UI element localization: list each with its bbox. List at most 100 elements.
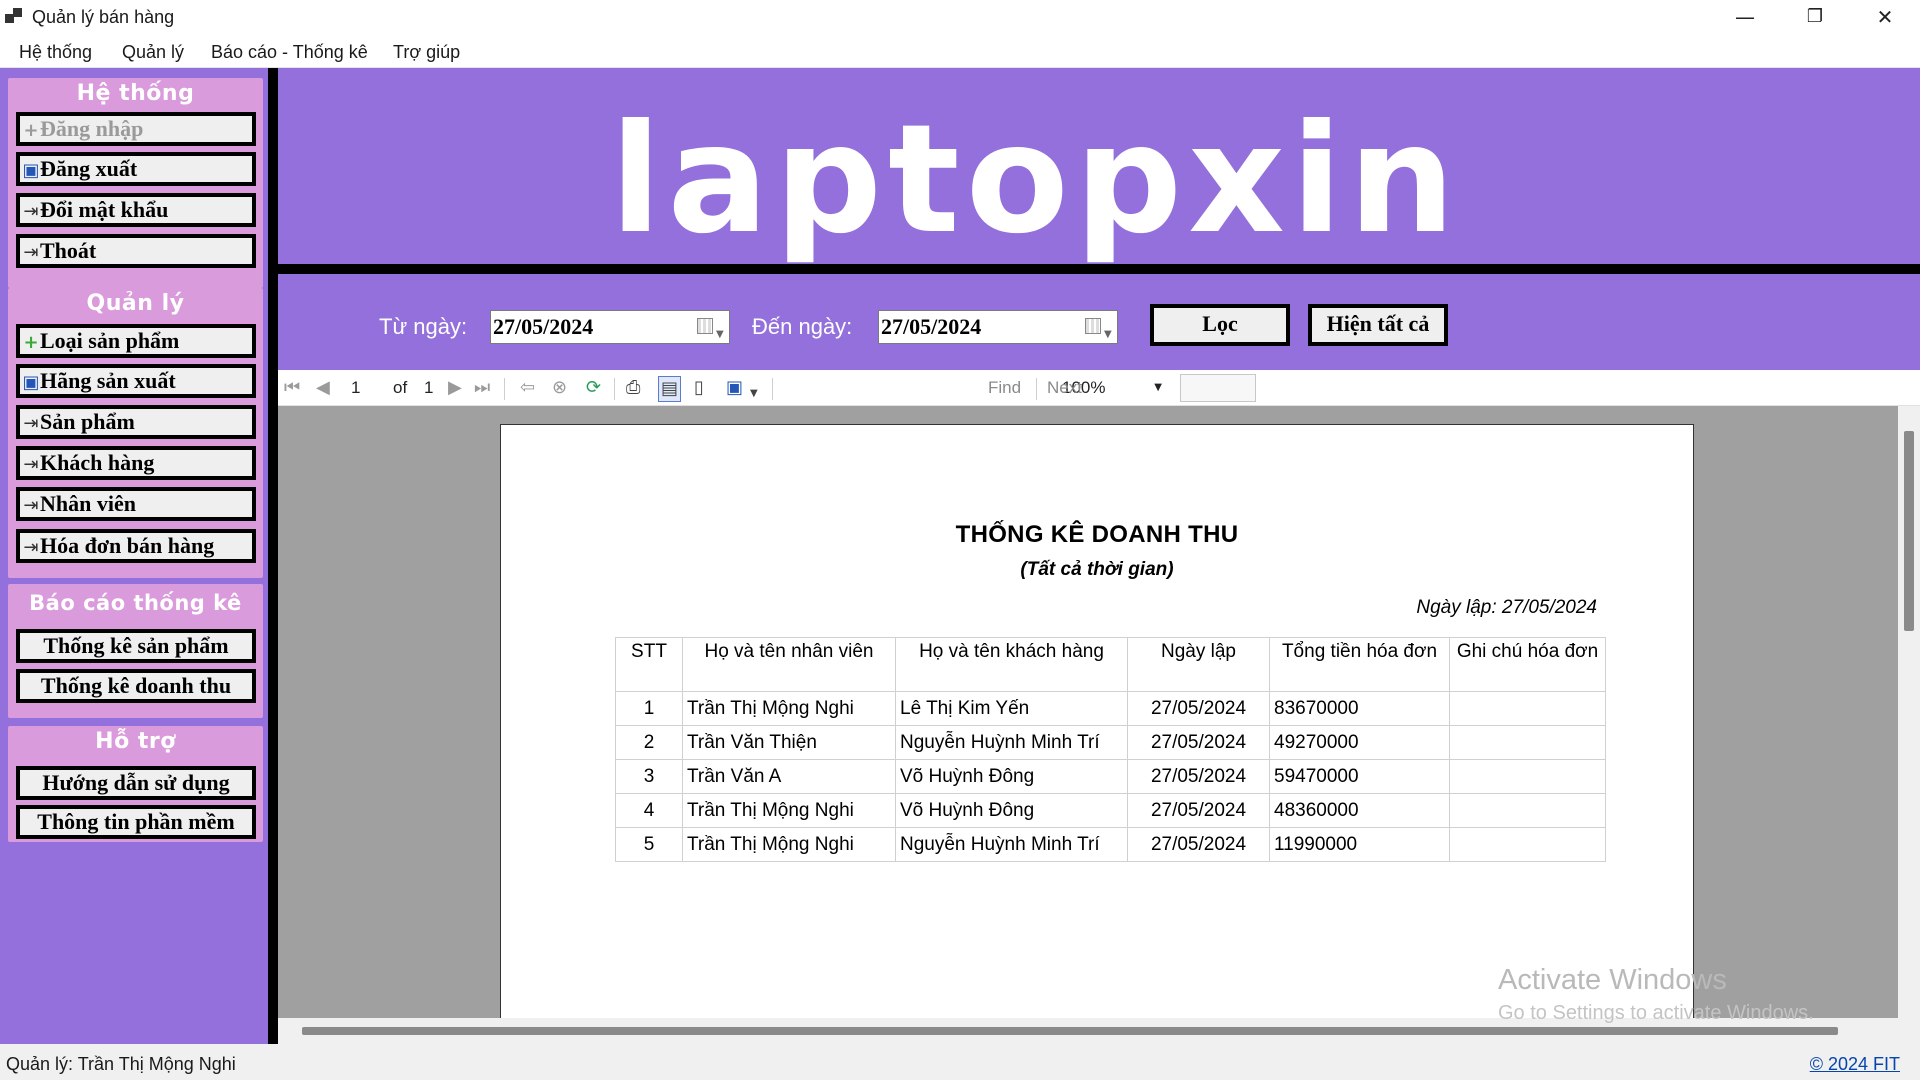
close-button[interactable]: ✕ bbox=[1850, 0, 1920, 34]
cell-customer: Nguyễn Huỳnh Minh Trí bbox=[895, 725, 1128, 760]
current-user-label: Quản lý: Trần Thị Mộng Nghi bbox=[6, 1054, 236, 1074]
find-link[interactable]: Find bbox=[988, 378, 1021, 398]
column-header: STT bbox=[615, 637, 683, 692]
print-icon[interactable]: ⎙ bbox=[626, 376, 640, 400]
menu-bar: Hệ thống Quản lý Báo cáo - Thống kê Trợ … bbox=[0, 34, 1920, 68]
exit-icon: ⇥ bbox=[23, 242, 39, 263]
activate-windows-hint: Go to Settings to activate Windows. bbox=[1498, 1002, 1814, 1024]
exit-icon: ⇥ bbox=[23, 454, 39, 475]
minimize-button[interactable]: — bbox=[1710, 0, 1780, 34]
cell-total: 59470000 bbox=[1269, 759, 1450, 794]
filter-button[interactable]: Lọc bbox=[1150, 304, 1290, 346]
current-page[interactable]: 1 bbox=[351, 378, 360, 398]
group-title: Hệ thống bbox=[76, 81, 195, 106]
export-icon[interactable]: ▣ bbox=[726, 376, 743, 400]
product-stats-button[interactable]: Thống kê sản phẩm bbox=[16, 629, 256, 663]
first-page-icon[interactable]: ⏮ bbox=[284, 376, 300, 400]
chevron-down-icon[interactable]: ▼ bbox=[750, 382, 758, 406]
calendar-icon[interactable]: ▼ bbox=[697, 317, 725, 340]
copyright-link[interactable]: © 2024 FIT bbox=[1810, 1054, 1900, 1075]
stop-icon[interactable]: ⊗ bbox=[552, 376, 567, 400]
last-page-icon[interactable]: ⏭ bbox=[474, 376, 490, 400]
logout-button[interactable]: ▣Đăng xuất bbox=[16, 152, 256, 186]
button-label: Hãng sản xuất bbox=[40, 368, 176, 393]
column-header: Ghi chú hóa đơn bbox=[1449, 637, 1606, 692]
next-link[interactable]: Next bbox=[1047, 378, 1082, 398]
button-label: Hóa đơn bán hàng bbox=[40, 533, 215, 558]
product-type-button[interactable]: +Loại sản phẩm bbox=[16, 324, 256, 358]
cell-employee: Trần Thị Mộng Nghi bbox=[682, 793, 896, 828]
cell-customer: Lê Thị Kim Yến bbox=[895, 691, 1128, 726]
toolbar-separator bbox=[614, 378, 615, 400]
cell-date: 27/05/2024 bbox=[1127, 793, 1270, 828]
report-page: THỐNG KÊ DOANH THU (Tất cả thời gian) Ng… bbox=[500, 424, 1694, 1018]
toolbar-separator bbox=[1036, 378, 1037, 400]
from-date-label: Từ ngày: bbox=[379, 314, 468, 339]
customer-button[interactable]: ⇥Khách hàng bbox=[16, 446, 256, 480]
sidebar-divider bbox=[268, 68, 278, 1044]
table-row: 2 Trần Văn Thiện Nguyễn Huỳnh Minh Trí 2… bbox=[615, 725, 1606, 760]
menu-bao-cao-thong-ke[interactable]: Báo cáo - Thống kê bbox=[211, 42, 368, 63]
find-input[interactable] bbox=[1180, 374, 1256, 402]
plus-icon: + bbox=[23, 120, 39, 141]
cell-note bbox=[1449, 793, 1606, 828]
calendar-icon[interactable]: ▼ bbox=[1085, 317, 1113, 340]
cell-note bbox=[1449, 759, 1606, 794]
show-all-button[interactable]: Hiện tất cả bbox=[1308, 304, 1448, 346]
menu-tro-giup[interactable]: Trợ giúp bbox=[393, 42, 460, 63]
vertical-scrollbar[interactable] bbox=[1898, 406, 1920, 1018]
button-label: Đăng xuất bbox=[40, 156, 138, 181]
date-filter-bar: Từ ngày: 27/05/2024 ▼ Đến ngày: 27/05/20… bbox=[278, 274, 1920, 370]
menu-quan-ly[interactable]: Quản lý bbox=[122, 42, 184, 63]
exit-icon: ⇥ bbox=[23, 495, 39, 516]
cell-customer: Võ Huỳnh Đông bbox=[895, 793, 1128, 828]
sidebar: Hệ thống +Đăng nhập ▣Đăng xuất ⇥Đổi mật … bbox=[0, 68, 268, 1044]
cell-employee: Trần Văn A bbox=[682, 759, 896, 794]
page-setup-icon[interactable]: ▯ bbox=[694, 376, 704, 400]
user-guide-button[interactable]: Hướng dẫn sử dụng bbox=[16, 766, 256, 800]
employee-button[interactable]: ⇥Nhân viên bbox=[16, 487, 256, 521]
next-page-icon[interactable]: ▶ bbox=[448, 376, 462, 400]
cell-note bbox=[1449, 725, 1606, 760]
cell-employee: Trần Thị Mộng Nghi bbox=[682, 691, 896, 726]
login-button[interactable]: +Đăng nhập bbox=[16, 112, 256, 146]
software-info-button[interactable]: Thông tin phần mềm bbox=[16, 805, 256, 839]
cell-total: 11990000 bbox=[1269, 827, 1450, 862]
title-bar: Quản lý bán hàng — ❐ ✕ bbox=[0, 0, 1920, 34]
refresh-icon[interactable]: ⟳ bbox=[586, 376, 601, 400]
toolbar-separator bbox=[772, 378, 773, 400]
cell-date: 27/05/2024 bbox=[1127, 691, 1270, 726]
column-header: Họ và tên nhân viên bbox=[682, 637, 896, 692]
change-password-button[interactable]: ⇥Đổi mật khẩu bbox=[16, 193, 256, 227]
restore-button[interactable]: ❐ bbox=[1780, 0, 1850, 34]
sidebar-group-ho-tro: Hỗ trợ Hướng dẫn sử dụng Thông tin phần … bbox=[8, 726, 263, 842]
cell-note bbox=[1449, 691, 1606, 726]
cell-stt: 1 bbox=[615, 691, 683, 726]
to-date-picker[interactable]: 27/05/2024 ▼ bbox=[878, 310, 1118, 344]
invoice-button[interactable]: ⇥Hóa đơn bán hàng bbox=[16, 529, 256, 563]
report-subtitle: (Tất cả thời gian) bbox=[1020, 559, 1174, 580]
print-layout-icon[interactable]: ▤ bbox=[658, 376, 682, 402]
revenue-stats-button[interactable]: Thống kê doanh thu bbox=[16, 669, 256, 703]
back-icon[interactable]: ⇦ bbox=[520, 376, 535, 400]
column-header: Ngày lập bbox=[1127, 637, 1270, 692]
menu-he-thong[interactable]: Hệ thống bbox=[19, 42, 92, 63]
scrollbar-thumb[interactable] bbox=[302, 1027, 1838, 1035]
scrollbar-thumb[interactable] bbox=[1904, 431, 1914, 631]
column-header: Tổng tiền hóa đơn bbox=[1269, 637, 1450, 692]
table-row: 3 Trần Văn A Võ Huỳnh Đông 27/05/2024 59… bbox=[615, 759, 1606, 794]
report-viewer[interactable]: THỐNG KÊ DOANH THU (Tất cả thời gian) Ng… bbox=[278, 406, 1898, 1018]
cell-customer: Võ Huỳnh Đông bbox=[895, 759, 1128, 794]
logo: laptopxin bbox=[610, 93, 1462, 267]
exit-button[interactable]: ⇥Thoát bbox=[16, 234, 256, 268]
from-date-picker[interactable]: 27/05/2024 ▼ bbox=[490, 310, 730, 344]
group-title: Quản lý bbox=[86, 291, 185, 316]
exit-icon: ⇥ bbox=[23, 413, 39, 434]
app-icon bbox=[5, 8, 23, 24]
table-header-row: STT Họ và tên nhân viên Họ và tên khách … bbox=[615, 637, 1606, 692]
cell-date: 27/05/2024 bbox=[1127, 759, 1270, 794]
product-button[interactable]: ⇥Sản phẩm bbox=[16, 405, 256, 439]
manufacturer-button[interactable]: ▣Hãng sản xuất bbox=[16, 364, 256, 398]
button-label: Thoát bbox=[40, 238, 97, 263]
previous-page-icon[interactable]: ◀ bbox=[316, 376, 330, 400]
